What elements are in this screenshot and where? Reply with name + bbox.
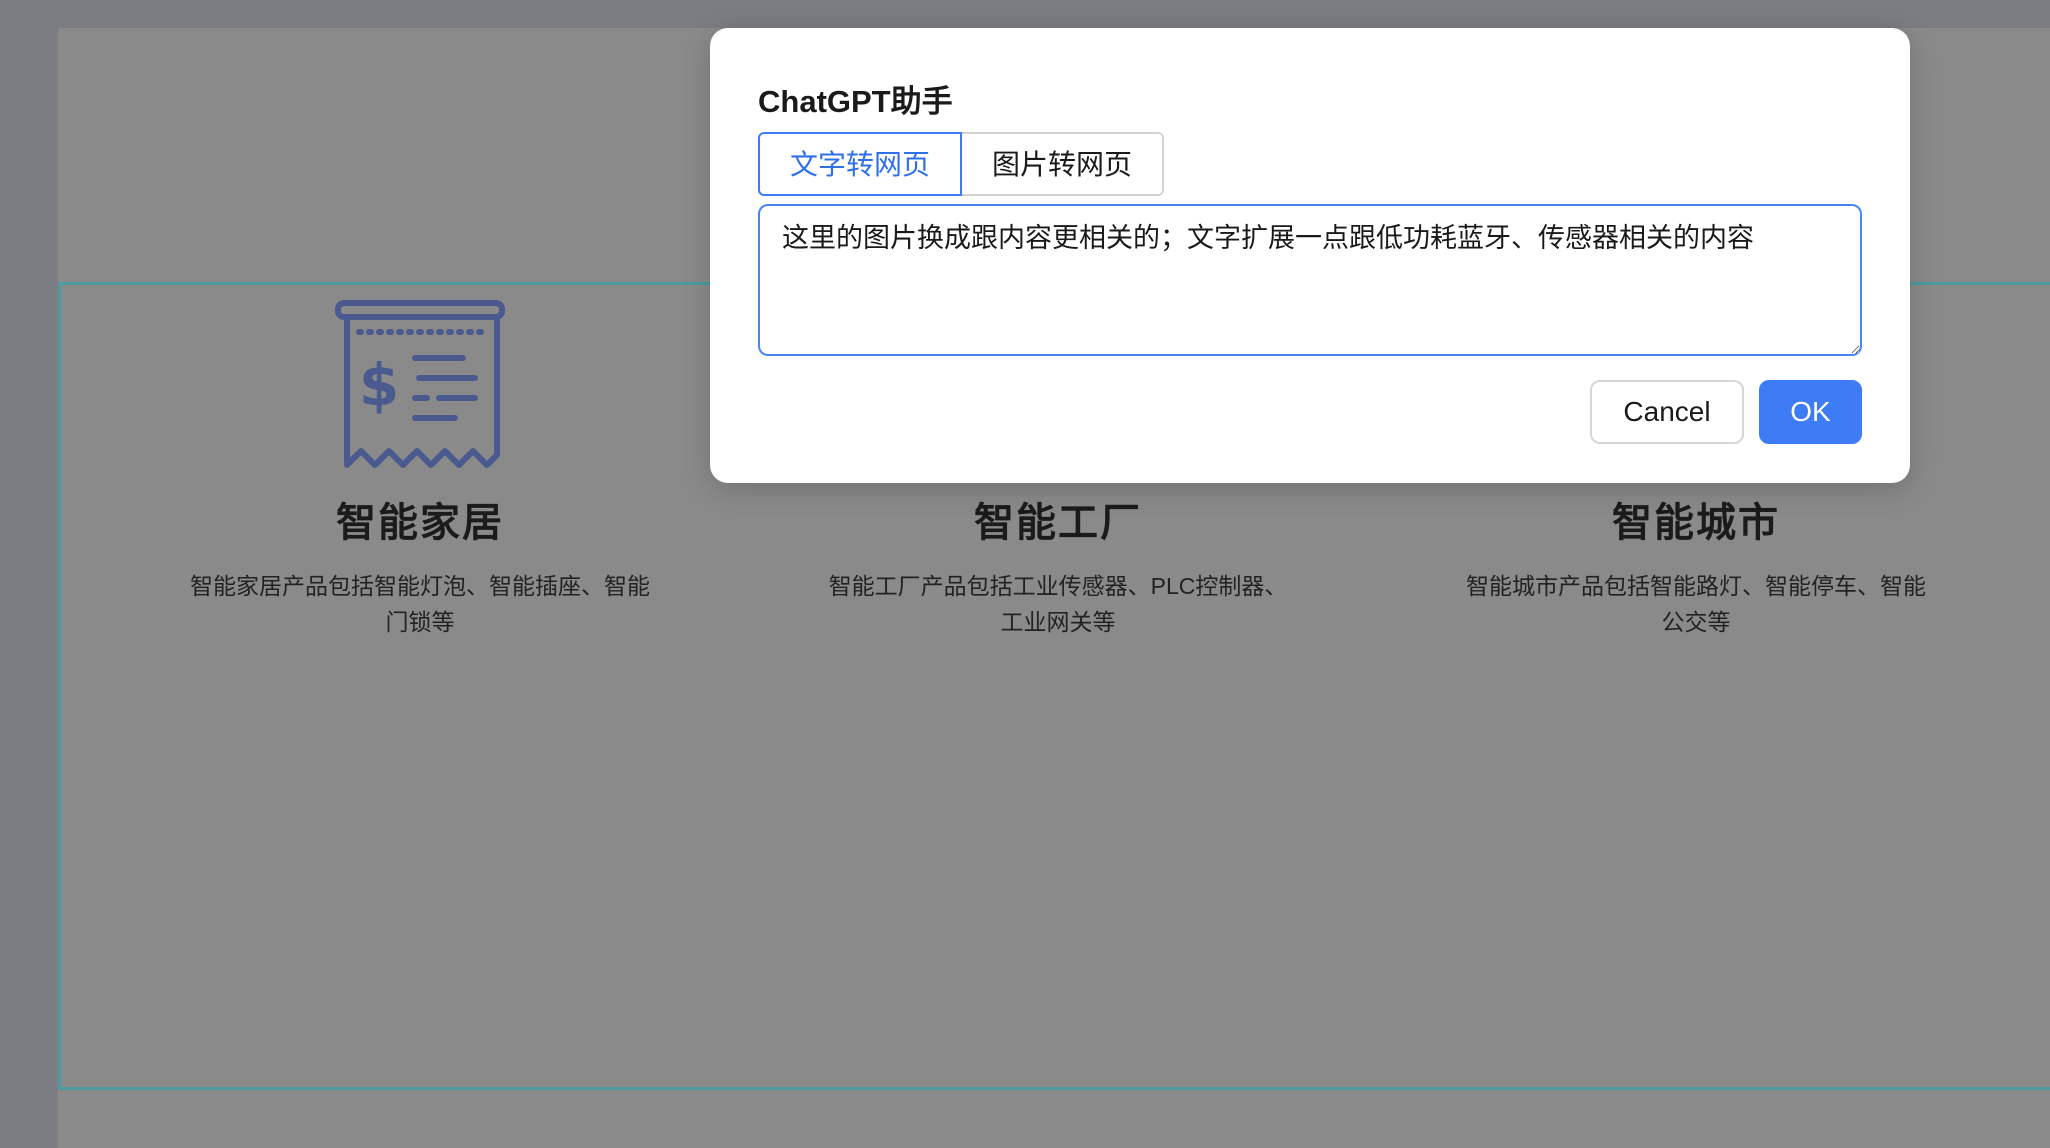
feature-description: 智能工厂产品包括工业传感器、PLC控制器、工业网关等 xyxy=(828,573,1288,635)
prompt-input[interactable]: 这里的图片换成跟内容更相关的；文字扩展一点跟低功耗蓝牙、传感器相关的内容 xyxy=(758,204,1862,356)
feature-card-smart-home: $ 智能家居 智能家居产品包括智能灯泡、智能插座、智能门锁等 xyxy=(170,300,670,640)
feature-description: 智能家居产品包括智能灯泡、智能插座、智能门锁等 xyxy=(190,573,650,635)
mode-tabs: 文字转网页 图片转网页 xyxy=(758,132,1165,196)
svg-text:$: $ xyxy=(359,351,399,419)
feature-description: 智能城市产品包括智能路灯、智能停车、智能公交等 xyxy=(1466,573,1926,635)
feature-title: 智能城市 xyxy=(1612,501,1780,545)
cancel-button[interactable]: Cancel xyxy=(1590,380,1744,444)
dialog-title: ChatGPT助手 xyxy=(758,84,953,119)
chatgpt-assistant-dialog: ChatGPT助手 文字转网页 图片转网页 这里的图片换成跟内容更相关的；文字扩… xyxy=(710,28,1910,483)
tab-text-to-webpage[interactable]: 文字转网页 xyxy=(758,132,963,196)
receipt-icon: $ xyxy=(335,300,505,468)
feature-title: 智能家居 xyxy=(336,501,504,545)
feature-title: 智能工厂 xyxy=(974,501,1142,545)
ok-button[interactable]: OK xyxy=(1759,380,1862,444)
tab-image-to-webpage[interactable]: 图片转网页 xyxy=(962,132,1165,196)
